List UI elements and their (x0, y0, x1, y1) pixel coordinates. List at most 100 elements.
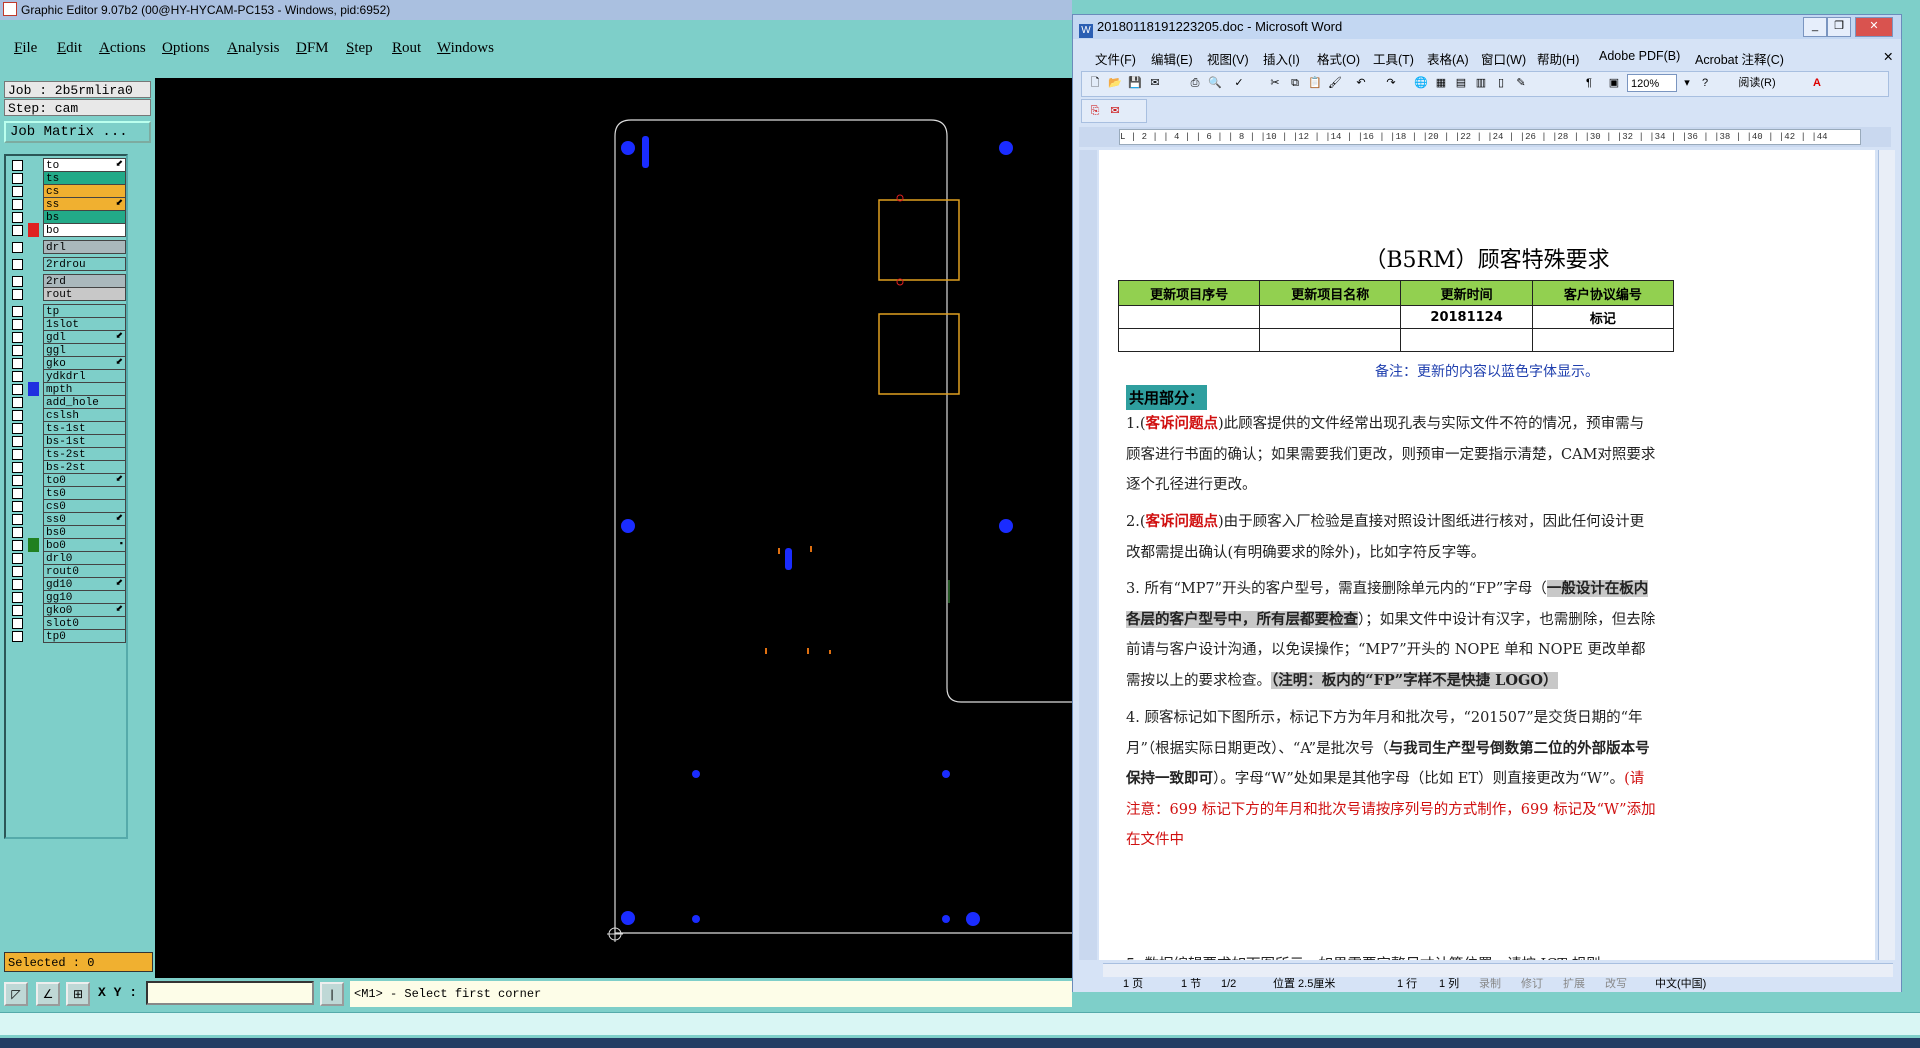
document-page[interactable]: （B5RM）顾客特殊要求 更新项目序号 更新项目名称 更新时间 客户协议编号 2… (1099, 150, 1875, 960)
layer-checkbox[interactable] (12, 371, 23, 382)
menu-step[interactable]: Step (346, 40, 373, 57)
layer-checkbox[interactable] (12, 540, 23, 551)
layer-row-gdl[interactable]: gdl ⬋ (8, 330, 126, 344)
layer-row-cslsh[interactable]: cslsh (8, 408, 126, 422)
layer-checkbox[interactable] (12, 475, 23, 486)
layer-row-1slot[interactable]: 1slot (8, 317, 126, 331)
layer-checkbox[interactable] (12, 501, 23, 512)
insert-table-icon[interactable]: ▤ (1454, 76, 1468, 90)
open-icon[interactable]: 📂 (1108, 76, 1122, 90)
layer-checkbox[interactable] (12, 358, 23, 369)
spelling-icon[interactable]: ✓ (1232, 76, 1246, 90)
layer-checkbox[interactable] (12, 592, 23, 603)
status-ext[interactable]: 扩展 (1563, 977, 1585, 992)
wmenu-format[interactable]: 格式(O) (1317, 49, 1360, 68)
layer-row-add_hole[interactable]: add_hole (8, 395, 126, 409)
zoom-select[interactable]: 120% (1627, 74, 1677, 92)
status-trk[interactable]: 修订 (1521, 977, 1543, 992)
layer-checkbox[interactable] (12, 553, 23, 564)
layer-name[interactable]: cs0 (43, 499, 126, 513)
copy-icon[interactable]: ⧉ (1288, 76, 1302, 90)
layer-row-gko0[interactable]: gko0 ⬋ (8, 603, 126, 617)
minimize-icon[interactable]: _ (1803, 17, 1827, 37)
layer-row-ts-1st[interactable]: ts-1st (8, 421, 126, 435)
layer-name[interactable]: bs-2st (43, 460, 126, 474)
layer-row-drl[interactable]: drl (8, 240, 126, 254)
layer-checkbox[interactable] (12, 631, 23, 642)
layer-name[interactable]: rout (43, 287, 126, 301)
close-icon[interactable]: ✕ (1855, 17, 1893, 37)
read-mode-button[interactable]: 阅读(R) (1727, 76, 1787, 90)
layer-checkbox[interactable] (12, 410, 23, 421)
layer-name[interactable]: bs (43, 210, 126, 224)
wmenu-tools[interactable]: 工具(T) (1373, 49, 1414, 68)
menu-dfm[interactable]: DFM (296, 40, 329, 57)
layer-name[interactable]: 2rd (43, 274, 126, 288)
layer-row-bo0[interactable]: bo0 ▪ (8, 538, 126, 552)
format-painter-icon[interactable]: 🖌 (1328, 76, 1342, 90)
layer-row-ggl[interactable]: ggl (8, 343, 126, 357)
layer-name[interactable]: bs-1st (43, 434, 126, 448)
layer-checkbox[interactable] (12, 423, 23, 434)
menu-rout[interactable]: Rout (392, 40, 421, 57)
layer-row-drl0[interactable]: drl0 (8, 551, 126, 565)
layer-checkbox[interactable] (12, 160, 23, 171)
horizontal-scrollbar[interactable] (1103, 963, 1893, 978)
wmenu-acrobat[interactable]: Acrobat 注释(C) (1695, 49, 1784, 68)
layer-row-tp[interactable]: tp (8, 304, 126, 318)
layer-name[interactable]: to (43, 158, 126, 172)
layer-name[interactable]: ts-2st (43, 447, 126, 461)
layer-name[interactable]: gg10 (43, 590, 126, 604)
layer-checkbox[interactable] (12, 605, 23, 616)
layer-row-tp0[interactable]: tp0 (8, 629, 126, 643)
doc-map-icon[interactable]: ▣ (1607, 76, 1621, 90)
layer-name[interactable]: bs0 (43, 525, 126, 539)
layer-name[interactable]: mpth (43, 382, 126, 396)
layer-row-2rdrou[interactable]: 2rdrou (8, 257, 126, 271)
layer-row-gko[interactable]: gko ⬋ (8, 356, 126, 370)
menu-analysis[interactable]: Analysis (227, 40, 280, 57)
layer-row-ss[interactable]: ss ⬋ (8, 197, 126, 211)
layer-checkbox[interactable] (12, 618, 23, 629)
layer-name[interactable]: tp (43, 304, 126, 318)
layer-checkbox[interactable] (12, 173, 23, 184)
layer-checkbox[interactable] (12, 397, 23, 408)
dropdown-icon[interactable]: ▾ (1680, 76, 1694, 90)
wmenu-window[interactable]: 窗口(W) (1481, 49, 1526, 68)
layer-checkbox[interactable] (12, 289, 23, 300)
layer-name[interactable]: 1slot (43, 317, 126, 331)
layer-name[interactable]: 2rdrou (43, 257, 126, 271)
pdf-email-icon[interactable]: ✉ (1108, 104, 1122, 118)
layer-name[interactable]: ts (43, 171, 126, 185)
layer-name[interactable]: ydkdrl (43, 369, 126, 383)
layer-row-cs0[interactable]: cs0 (8, 499, 126, 513)
layer-checkbox[interactable] (12, 514, 23, 525)
layer-checkbox[interactable] (12, 306, 23, 317)
layer-row-2rd[interactable]: 2rd (8, 274, 126, 288)
layer-row-bs[interactable]: bs (8, 210, 126, 224)
zoom-tool-icon[interactable]: ◸ (4, 982, 28, 1006)
restore-icon[interactable]: ❐ (1827, 17, 1851, 37)
tables-borders-icon[interactable]: ▦ (1434, 76, 1448, 90)
layer-name[interactable]: drl (43, 240, 126, 254)
hyperlink-icon[interactable]: 🌐 (1414, 76, 1428, 90)
doc-close-icon[interactable]: ✕ (1883, 49, 1893, 64)
layer-checkbox[interactable] (12, 345, 23, 356)
layer-row-to[interactable]: to ⬋ (8, 158, 126, 172)
layer-name[interactable]: ss0 (43, 512, 126, 526)
layer-checkbox[interactable] (12, 242, 23, 253)
layer-row-rout[interactable]: rout (8, 287, 126, 301)
layer-name[interactable]: to0 (43, 473, 126, 487)
layer-name[interactable]: ggl (43, 343, 126, 357)
layer-checkbox[interactable] (12, 332, 23, 343)
layer-row-bs0[interactable]: bs0 (8, 525, 126, 539)
layer-checkbox[interactable] (12, 186, 23, 197)
layer-name[interactable]: add_hole (43, 395, 126, 409)
menu-options[interactable]: Options (162, 40, 210, 57)
drawing-icon[interactable]: ✎ (1514, 76, 1528, 90)
layer-row-ts-2st[interactable]: ts-2st (8, 447, 126, 461)
layer-row-cs[interactable]: cs (8, 184, 126, 198)
wmenu-file[interactable]: 文件(F) (1095, 49, 1136, 68)
status-ovr[interactable]: 改写 (1605, 977, 1627, 992)
layer-row-gd10[interactable]: gd10 ⬋ (8, 577, 126, 591)
